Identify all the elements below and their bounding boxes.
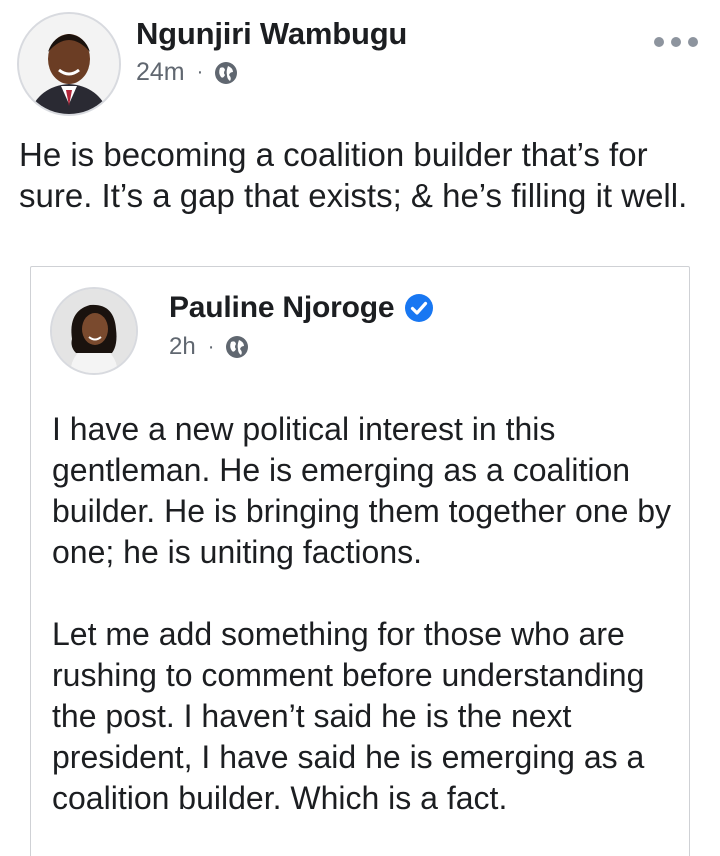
author-avatar-image bbox=[19, 14, 119, 114]
meta-separator: · bbox=[196, 61, 204, 83]
more-dot bbox=[671, 37, 681, 47]
more-dot bbox=[688, 37, 698, 47]
author-avatar[interactable] bbox=[17, 12, 121, 116]
post-meta: 24m · bbox=[136, 58, 239, 87]
shared-post-meta: 2h · bbox=[169, 333, 250, 361]
post-header: Ngunjiri Wambugu 24m · bbox=[0, 0, 720, 120]
shared-author-name[interactable]: Pauline Njoroge bbox=[169, 291, 395, 325]
meta-separator: · bbox=[207, 335, 215, 358]
globe-icon[interactable] bbox=[224, 334, 250, 360]
shared-author-avatar-image bbox=[52, 289, 136, 373]
shared-post-card[interactable]: Pauline Njoroge 2h · I have a new politi… bbox=[30, 266, 690, 856]
shared-post-text: I have a new political interest in this … bbox=[52, 409, 682, 856]
post-timestamp[interactable]: 24m bbox=[136, 58, 185, 87]
verified-badge-icon bbox=[404, 293, 434, 323]
post-text: He is becoming a coalition builder that’… bbox=[19, 136, 688, 214]
shared-author-avatar[interactable] bbox=[50, 287, 138, 375]
globe-icon[interactable] bbox=[213, 60, 239, 86]
author-name[interactable]: Ngunjiri Wambugu bbox=[136, 16, 407, 52]
more-dot bbox=[654, 37, 664, 47]
shared-post-timestamp[interactable]: 2h bbox=[169, 333, 196, 361]
more-options-button[interactable] bbox=[654, 30, 698, 54]
shared-post-paragraph: I have a new political interest in this … bbox=[52, 411, 680, 570]
shared-author-row: Pauline Njoroge bbox=[169, 291, 434, 325]
shared-post-paragraph: Let me add something for those who are r… bbox=[52, 616, 654, 816]
